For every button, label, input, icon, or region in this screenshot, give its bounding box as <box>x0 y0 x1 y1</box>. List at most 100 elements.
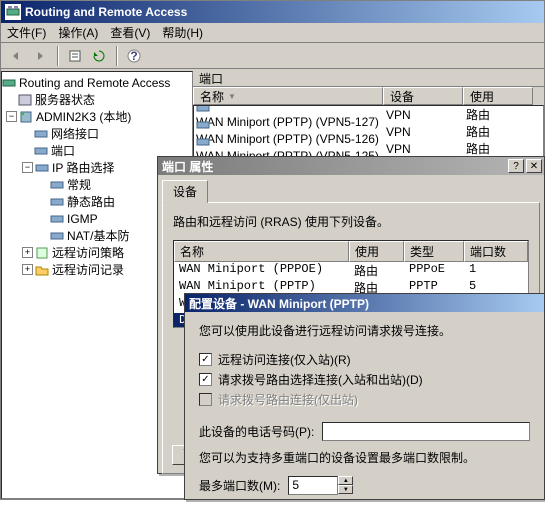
checkbox-outbound-label: 请求拨号路由连接(仅出站) <box>218 391 358 408</box>
checkbox-inbound-row[interactable]: ✓ 远程访问连接(仅入站)(R) <box>199 351 530 368</box>
tree-server-label: ADMIN2K3 (本地) <box>36 108 131 125</box>
separator <box>57 46 58 66</box>
tree-server-status-label: 服务器状态 <box>35 91 95 108</box>
tab-devices[interactable]: 设备 <box>162 180 208 203</box>
tree-net-interfaces[interactable]: 网络接口 <box>2 125 192 142</box>
forward-button[interactable] <box>29 45 51 67</box>
menu-help[interactable]: 帮助(H) <box>162 24 203 41</box>
cell-use: 路由 <box>464 123 534 140</box>
col-name[interactable]: 名称 <box>193 87 383 105</box>
col-use[interactable]: 使用 <box>349 241 404 262</box>
separator <box>116 46 117 66</box>
properties-button[interactable] <box>64 45 86 67</box>
help-icon: ? <box>127 49 141 63</box>
dialog-intro: 路由和远程访问 (RRAS) 使用下列设备。 <box>173 213 529 230</box>
ip-routing-icon <box>35 161 49 175</box>
nat-icon <box>50 229 64 243</box>
table-row[interactable]: WAN Miniport (PPPOE)路由PPPoE1 <box>174 262 528 279</box>
phone-input[interactable] <box>322 422 530 441</box>
cell-use: 路由 <box>464 140 534 157</box>
app-icon <box>5 4 21 20</box>
refresh-button[interactable] <box>88 45 110 67</box>
checkbox-inbound[interactable]: ✓ <box>199 353 212 366</box>
collapse-icon[interactable]: − <box>22 162 33 173</box>
col-name[interactable]: 名称 <box>174 241 349 262</box>
list-columns: 名称 设备 使用 <box>193 87 544 105</box>
expand-icon[interactable]: + <box>22 247 33 258</box>
right-pane-header: 端口 <box>193 71 544 87</box>
tree-static-routes-label: 静态路由 <box>67 193 115 210</box>
col-device[interactable]: 设备 <box>383 87 463 105</box>
svg-text:?: ? <box>130 49 137 63</box>
dialog-title: 配置设备 - WAN Miniport (PPTP) <box>189 295 544 312</box>
nic-icon <box>34 127 48 141</box>
dialog-titlebar[interactable]: 配置设备 - WAN Miniport (PPTP) <box>185 294 544 312</box>
max-ports-spinner[interactable]: 5 ▲▼ <box>288 476 353 495</box>
max-ports-label: 最多端口数(M): <box>199 477 280 494</box>
checkbox-both-row[interactable]: ✓ 请求拨号路由选择连接(入站和出站)(D) <box>199 371 530 388</box>
arrow-right-icon <box>33 49 47 63</box>
folder-icon <box>35 263 49 277</box>
help-button[interactable]: ? <box>508 159 524 173</box>
col-count[interactable]: 端口数 <box>464 241 528 262</box>
cell-device: VPN <box>384 108 464 122</box>
configure-device-dialog: 配置设备 - WAN Miniport (PPTP) 您可以使用此设备进行远程访… <box>184 293 545 500</box>
menubar: 文件(F) 操作(A) 查看(V) 帮助(H) <box>1 23 544 43</box>
port-icon <box>196 105 210 115</box>
tree-nat-label: NAT/基本防 <box>67 227 129 244</box>
cell-device: VPN <box>384 142 464 156</box>
port-icon <box>196 135 210 149</box>
tree-ra-logging-label: 远程访问记录 <box>52 261 124 278</box>
checkbox-outbound <box>199 393 212 406</box>
collapse-icon[interactable]: − <box>6 111 17 122</box>
checkbox-outbound-row: 请求拨号路由连接(仅出站) <box>199 391 530 408</box>
back-button[interactable] <box>5 45 27 67</box>
expand-icon[interactable]: + <box>22 264 33 275</box>
igmp-icon <box>50 212 64 226</box>
policy-icon <box>35 246 49 260</box>
toolbar: ? <box>1 43 544 69</box>
dialog-titlebar[interactable]: 端口 属性 ? ✕ <box>158 157 544 175</box>
arrow-left-icon <box>9 49 23 63</box>
checkbox-inbound-label: 远程访问连接(仅入站)(R) <box>218 351 351 368</box>
menu-action[interactable]: 操作(A) <box>58 24 98 41</box>
tree-root[interactable]: Routing and Remote Access <box>2 74 192 91</box>
window-titlebar[interactable]: Routing and Remote Access <box>1 1 544 23</box>
limit-note: 您可以为支持多重端口的设备设置最多端口数限制。 <box>199 449 530 466</box>
cell-device: VPN <box>384 125 464 139</box>
tab-bar: 设备 <box>158 175 544 202</box>
server-status-icon <box>18 93 32 107</box>
tree-general-label: 常规 <box>67 176 91 193</box>
tree-ports-label: 端口 <box>51 142 75 159</box>
properties-icon <box>68 49 82 63</box>
tree-server[interactable]: − ADMIN2K3 (本地) <box>2 108 192 125</box>
tree-ip-routing-label: IP 路由选择 <box>52 159 114 176</box>
tree-net-interfaces-label: 网络接口 <box>51 125 99 142</box>
spin-down-icon[interactable]: ▼ <box>338 485 353 494</box>
tree-igmp-label: IGMP <box>67 212 98 226</box>
close-button[interactable]: ✕ <box>526 159 542 173</box>
refresh-icon <box>92 49 106 63</box>
window-title: Routing and Remote Access <box>25 5 544 19</box>
list-row[interactable]: WAN Miniport (PPTP) (VPN5-125) VPN 路由 <box>194 140 543 157</box>
root-icon <box>2 76 16 90</box>
tree-ra-policies-label: 远程访问策略 <box>52 244 124 261</box>
ports-icon <box>34 144 48 158</box>
server-icon <box>19 110 33 124</box>
menu-file[interactable]: 文件(F) <box>7 24 46 41</box>
menu-view[interactable]: 查看(V) <box>110 24 150 41</box>
col-type[interactable]: 类型 <box>404 241 464 262</box>
cell-use: 路由 <box>464 106 534 123</box>
phone-label: 此设备的电话号码(P): <box>199 423 314 440</box>
tree-server-status[interactable]: 服务器状态 <box>2 91 192 108</box>
spin-up-icon[interactable]: ▲ <box>338 476 353 485</box>
general-icon <box>50 178 64 192</box>
help-button[interactable]: ? <box>123 45 145 67</box>
checkbox-both-label: 请求拨号路由选择连接(入站和出站)(D) <box>218 371 423 388</box>
dialog-title: 端口 属性 <box>162 158 508 175</box>
max-ports-value[interactable]: 5 <box>288 476 338 495</box>
checkbox-both[interactable]: ✓ <box>199 373 212 386</box>
col-use[interactable]: 使用 <box>463 87 533 105</box>
port-icon <box>196 118 210 132</box>
cfg-intro: 您可以使用此设备进行远程访问请求拨号连接。 <box>199 322 530 339</box>
